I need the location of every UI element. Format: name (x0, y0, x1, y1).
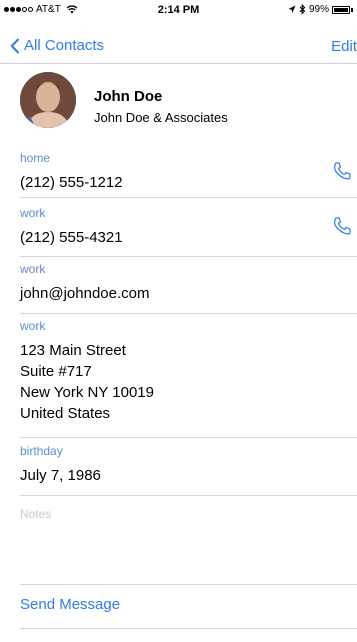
status-right: 99% (288, 4, 353, 15)
send-message-button[interactable]: Send Message (20, 596, 120, 613)
field-divider (20, 584, 357, 585)
contact-header: John Doe John Doe & Associates (0, 70, 357, 134)
location-arrow-icon (288, 5, 296, 13)
phone-field-home[interactable]: home (212) 555-1212 (20, 151, 357, 193)
field-divider (20, 197, 357, 198)
back-button-label: All Contacts (24, 37, 105, 54)
battery-icon (332, 5, 350, 14)
battery-percent: 99% (308, 4, 329, 15)
birthday-field: birthday July 7, 1986 (20, 444, 357, 486)
phone-number[interactable]: (212) 555-1212 (20, 172, 357, 193)
field-label: home (20, 151, 51, 165)
back-button[interactable]: All Contacts (10, 37, 104, 54)
contact-name: John Doe (94, 88, 163, 105)
contact-avatar[interactable] (20, 72, 76, 128)
field-label: work (20, 262, 46, 276)
field-divider (20, 256, 357, 257)
action-divider (20, 628, 357, 629)
field-label: work (20, 319, 46, 333)
address-value[interactable]: 123 Main Street Suite #717 New York NY 1… (20, 340, 357, 424)
nav-divider (0, 63, 357, 64)
call-work-phone-icon[interactable] (331, 215, 353, 237)
notes-field[interactable]: Notes (20, 507, 51, 521)
email-address[interactable]: john@johndoe.com (20, 283, 357, 304)
field-divider (20, 313, 357, 314)
contact-company: John Doe & Associates (94, 110, 228, 125)
call-home-phone-icon[interactable] (331, 160, 353, 182)
birthday-value: July 7, 1986 (20, 467, 101, 484)
status-bar: AT&T 2:14 PM 99% (0, 0, 357, 20)
email-field[interactable]: work john@johndoe.com (20, 262, 357, 304)
address-field[interactable]: work 123 Main Street Suite #717 New York… (20, 319, 357, 424)
field-divider (20, 437, 357, 438)
field-label: work (20, 206, 46, 220)
field-label: birthday (20, 444, 63, 458)
contact-photo (20, 72, 76, 128)
bluetooth-icon (299, 4, 306, 15)
battery-level (334, 7, 348, 12)
edit-button[interactable]: Edit (331, 38, 357, 55)
chevron-left-icon (10, 37, 20, 54)
phone-field-work[interactable]: work (212) 555-4321 (20, 206, 357, 248)
battery-tip (351, 7, 353, 12)
field-divider (20, 495, 357, 496)
navigation-bar: All Contacts Edit (0, 28, 357, 62)
phone-number[interactable]: (212) 555-4321 (20, 227, 357, 248)
